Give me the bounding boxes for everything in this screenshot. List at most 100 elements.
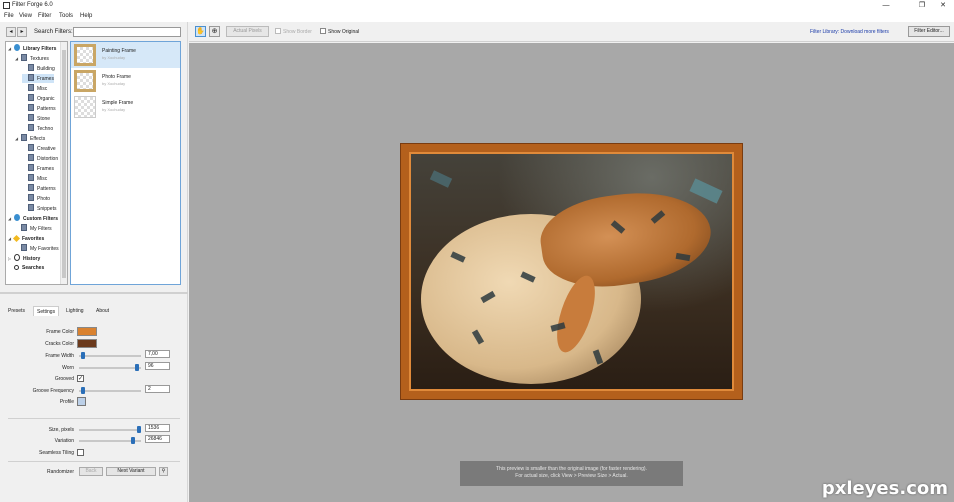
tree-item-label: Patterns (37, 186, 56, 192)
filter-list-item[interactable]: Painting Frame by Xochuday (71, 42, 180, 68)
tree-item[interactable]: ◢ Textures (15, 54, 49, 63)
filter-library-link[interactable]: Filter Library: Download more filters (810, 29, 889, 35)
frame-color-swatch[interactable] (77, 327, 97, 336)
app-icon (3, 2, 10, 9)
clock-icon (14, 254, 20, 261)
close-button[interactable]: ✕ (930, 0, 954, 11)
tab-lighting[interactable]: Lighting (63, 306, 87, 316)
grooved-checkbox[interactable]: ✓ (77, 375, 84, 382)
tree-item[interactable]: My Favorites (15, 244, 59, 253)
size-input[interactable]: 1536 (145, 424, 170, 432)
tree-item[interactable]: Photo (22, 194, 50, 203)
show-border-checkbox[interactable] (275, 28, 281, 34)
tree-item[interactable]: Misc (22, 84, 47, 93)
tree-item-label: Searches (22, 265, 45, 271)
frame-width-input[interactable]: 7,00 (145, 350, 170, 358)
preview-toolbar: ✋ ⊕ Actual Pixels Show Border Show Origi… (189, 22, 954, 42)
tab-presets[interactable]: Presets (5, 306, 28, 316)
panel-splitter[interactable] (0, 292, 188, 294)
seamless-tiling-checkbox[interactable] (77, 449, 84, 456)
frame-width-slider-knob[interactable] (81, 352, 85, 359)
tree-item[interactable]: ◢ Effects (15, 134, 45, 143)
filter-editor-button[interactable]: Filter Editor... (908, 26, 950, 37)
tree-item[interactable]: ◢ Custom Filters (8, 214, 58, 223)
library-icon (28, 74, 34, 81)
tree-item-label: Textures (30, 56, 49, 62)
menu-tools[interactable]: Tools (59, 13, 73, 19)
tree-item[interactable]: Snippets (22, 204, 56, 213)
tab-settings[interactable]: Settings (33, 306, 60, 316)
filter-list-item[interactable]: Photo Frame by Xochuday (71, 68, 180, 94)
tree-item[interactable]: Stone (22, 114, 50, 123)
tree-item[interactable]: ▷ History (8, 254, 40, 263)
groove-frequency-slider[interactable] (79, 390, 141, 392)
library-icon (21, 224, 27, 231)
tree-item-label: Photo (37, 196, 51, 202)
tree-item[interactable]: Creative (22, 144, 56, 153)
hand-tool-icon[interactable]: ✋ (195, 26, 206, 37)
back-nav-button[interactable]: ◂ (6, 27, 16, 37)
tree-item[interactable]: ◢ Favorites (8, 234, 44, 243)
expand-down-icon[interactable]: ◢ (8, 44, 14, 53)
actual-pixels-button[interactable]: Actual Pixels (226, 26, 269, 37)
menu-filter[interactable]: Filter (38, 13, 51, 19)
tree-item[interactable]: Misc (22, 174, 47, 183)
expand-down-icon[interactable]: ◢ (8, 214, 14, 223)
tree-item[interactable]: Patterns (22, 104, 56, 113)
title-bar: Filter Forge 6.0 — ❐ ✕ (0, 0, 954, 11)
next-variant-button[interactable]: Next Variant (106, 467, 156, 476)
filter-list[interactable]: Painting Frame by Xochuday Photo Frame by X… (70, 41, 181, 285)
tree-item[interactable]: Frames (22, 164, 54, 173)
tree-item[interactable]: Building (22, 64, 55, 73)
library-icon (21, 134, 27, 141)
filter-list-item[interactable]: Simple Frame by Xochuday (71, 94, 180, 120)
show-original-checkbox[interactable] (320, 28, 326, 34)
tree-item[interactable]: My Filters (15, 224, 52, 233)
zoom-tool-icon[interactable]: ⊕ (209, 26, 220, 37)
preview-canvas[interactable]: This preview is smaller than the origina… (189, 43, 954, 502)
randomizer-label: Randomizer (47, 469, 74, 475)
size-slider[interactable] (79, 429, 141, 431)
library-icon (28, 194, 34, 201)
tree-item[interactable]: Patterns (22, 184, 56, 193)
tree-item[interactable]: ◢ Library Filters (8, 44, 56, 53)
cracks-color-swatch[interactable] (77, 339, 97, 348)
groove-frequency-input[interactable]: 2 (145, 385, 170, 393)
filter-category-tree[interactable]: ◢ Library Filters ◢ Textures Building Frames M… (5, 41, 68, 285)
library-icon (28, 174, 34, 181)
filter-author: by Xochuday (102, 107, 126, 112)
tree-item[interactable]: Searches (8, 264, 44, 273)
tree-item[interactable]: Organic (22, 94, 55, 103)
minimize-button[interactable]: — (873, 0, 899, 11)
variation-label: Variation (54, 438, 74, 444)
frame-width-slider[interactable] (79, 355, 141, 357)
groove-frequency-slider-knob[interactable] (81, 387, 85, 394)
back-variant-button[interactable]: Back (79, 467, 103, 476)
worn-slider[interactable] (79, 367, 141, 369)
variant-lock-button[interactable]: ⚲ (159, 467, 168, 476)
tree-item[interactable]: Frames (22, 74, 54, 83)
library-icon (28, 164, 34, 171)
expand-right-icon[interactable]: ▷ (8, 254, 14, 263)
forward-nav-button[interactable]: ▸ (17, 27, 27, 37)
tree-item-label: My Favorites (30, 246, 59, 252)
variation-slider-knob[interactable] (131, 437, 135, 444)
menu-help[interactable]: Help (80, 13, 92, 19)
tree-scrollbar[interactable] (60, 42, 67, 284)
search-input[interactable] (73, 27, 181, 37)
tree-item-label: Distortion (37, 156, 59, 162)
worn-input[interactable]: 96 (145, 362, 170, 370)
tree-item[interactable]: Techno (22, 124, 53, 133)
size-slider-knob[interactable] (137, 426, 141, 433)
menu-view[interactable]: View (19, 13, 32, 19)
star-icon (12, 234, 21, 243)
worn-slider-knob[interactable] (135, 364, 139, 371)
tree-item[interactable]: Distortion (22, 154, 58, 163)
preview-image (401, 144, 742, 399)
tab-about[interactable]: About (93, 306, 112, 316)
profile-curve-button[interactable] (77, 397, 86, 406)
menu-file[interactable]: File (4, 13, 14, 19)
library-icon (28, 204, 34, 211)
library-icon (28, 94, 34, 101)
variation-input[interactable]: 26846 (145, 435, 170, 443)
